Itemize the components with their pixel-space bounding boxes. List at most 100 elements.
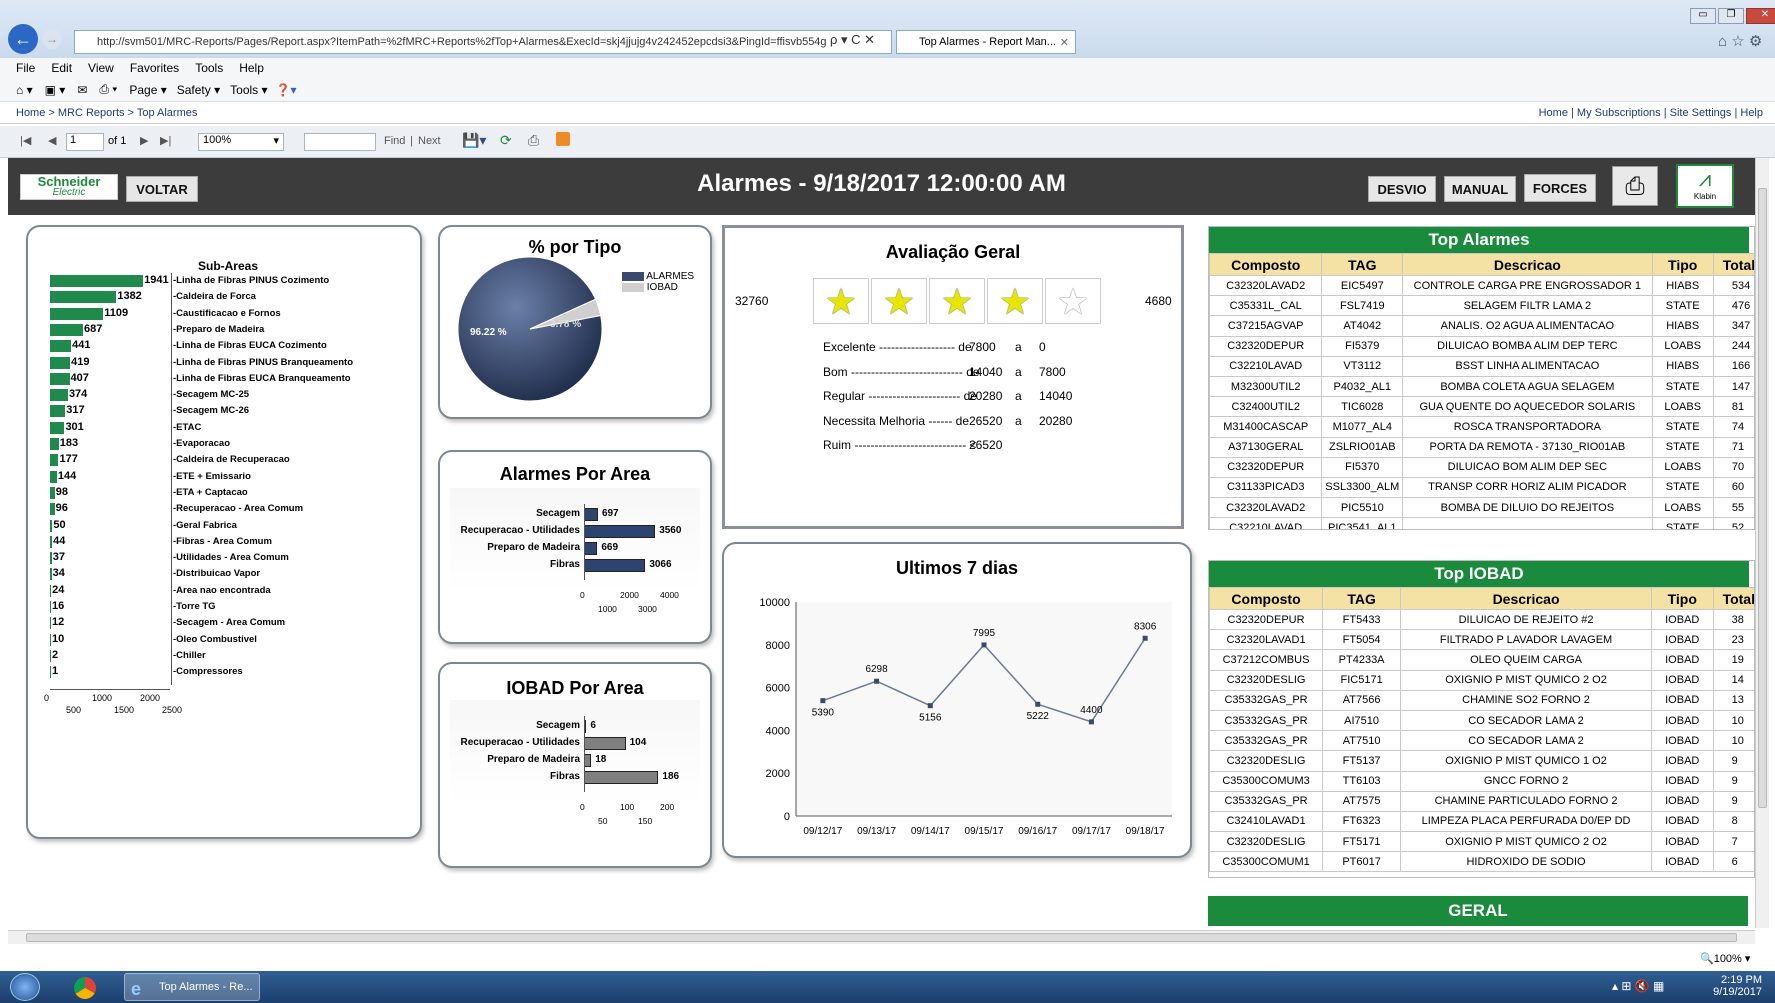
clock[interactable]: 2:19 PM 9/19/2017 <box>1702 974 1762 998</box>
x-tick-label: 09/14/17 <box>911 826 950 837</box>
column-header[interactable]: Total <box>1712 587 1754 610</box>
horizontal-scrollbar[interactable] <box>8 930 1755 944</box>
close-window-icon[interactable]: ✕ <box>1746 8 1775 24</box>
next-link[interactable]: Next <box>418 135 441 147</box>
vertical-scroll-thumb[interactable] <box>1758 188 1767 808</box>
address-controls[interactable]: ρ ▾ C ✕ <box>826 32 880 48</box>
home-star-gear-icons[interactable]: ⌂ ☆ ⚙ <box>1718 32 1762 50</box>
browser-tab[interactable]: Top Alarmes - Report Man... ✕ <box>896 30 1076 54</box>
desvio-button[interactable]: DESVIO <box>1368 176 1436 202</box>
printer-icon[interactable]: ⎙ <box>1612 166 1658 206</box>
area-bar <box>584 525 656 538</box>
area-tick-label: 4000 <box>660 590 679 600</box>
subarea-bar <box>50 503 55 516</box>
feeds-icon[interactable]: ▣ ▾ <box>45 83 66 97</box>
taskbar-ie-item[interactable]: e Top Alarmes - Re... <box>124 973 260 1001</box>
table-row: C35332GAS_PR AT7566 CHAMINE SO2 FORNO 2 IOB… <box>1209 689 1754 711</box>
y-tick-label: 6000 <box>766 683 790 695</box>
window-controls[interactable]: ▭ ❐ ✕ <box>1690 8 1775 24</box>
prev-page-icon[interactable]: ◀ <box>48 134 56 147</box>
first-page-icon[interactable]: |◀ <box>20 134 31 147</box>
table-cell: PIC5510 <box>1321 497 1404 519</box>
top-iobad-table: Composto TAG Descricao Tipo Total C32320DEPUR… <box>1209 587 1754 873</box>
address-bar[interactable]: http://svm501/MRC-Reports/Pages/Report.a… <box>74 30 892 54</box>
avaliacao-row: Necessita Melhoria ------ de 26520 a 20280 <box>823 414 1143 434</box>
area-tick-label: 150 <box>638 816 653 826</box>
column-header[interactable]: Descricao <box>1402 253 1653 276</box>
find-input[interactable] <box>304 133 376 151</box>
subarea-bar <box>50 666 51 679</box>
site-links[interactable]: Home | My Subscriptions | Site Settings … <box>1539 107 1763 119</box>
x-tick-label: 09/13/17 <box>857 826 896 837</box>
tray-icons[interactable]: ▴ ⊞ 🔇 ▦ <box>1612 979 1664 993</box>
table-cell <box>1402 517 1653 529</box>
table-cell: EIC5497 <box>1321 274 1404 297</box>
taskbar-item-label: Top Alarmes - Re... <box>159 981 253 993</box>
zoom-select[interactable]: 100% ▾ <box>198 133 284 151</box>
table-cell: 147 <box>1712 375 1754 398</box>
area-tick-label: 100 <box>620 802 635 812</box>
column-header[interactable]: Composto <box>1209 253 1323 276</box>
subarea-bar <box>50 568 52 581</box>
area-tick-label: 2000 <box>620 590 639 600</box>
back-button[interactable]: ← <box>8 24 38 54</box>
next-page-icon[interactable]: ▶ <box>140 134 148 147</box>
minimize-icon[interactable]: ▭ <box>1690 8 1716 24</box>
table-row: C32320DESLIG FT5171 OXIGNIO P MIST QUMICO … <box>1209 831 1754 853</box>
home-icon[interactable]: ⌂ ▾ <box>16 83 33 97</box>
tools-menu[interactable]: Tools ▾ <box>230 83 267 97</box>
menu-favorites[interactable]: Favorites <box>130 61 179 75</box>
table-cell: CO SECADOR LAMA 2 <box>1400 730 1652 752</box>
top-iobad-title: Top IOBAD <box>1209 561 1749 587</box>
manual-button[interactable]: MANUAL <box>1444 176 1516 202</box>
last-page-icon[interactable]: ▶| <box>160 134 171 147</box>
area-label: Secagem <box>536 508 580 519</box>
table-row: C32320DEPUR FT5433 DILUICAO DE REJEITO #2 I… <box>1209 608 1754 631</box>
report-header: Schneider Electric VOLTAR Alarmes - 9/18… <box>8 158 1755 215</box>
table-cell: IOBAD <box>1650 730 1714 752</box>
menu-view[interactable]: View <box>88 61 114 75</box>
mail-icon[interactable]: ✉ <box>77 83 87 97</box>
safety-menu[interactable]: Safety ▾ <box>177 83 220 97</box>
table-cell: C35332GAS_PR <box>1209 709 1324 732</box>
help-icon[interactable]: ❓▾ <box>276 83 297 97</box>
table-cell: FIC5171 <box>1322 669 1402 691</box>
column-header[interactable]: Descricao <box>1400 587 1652 610</box>
restore-icon[interactable]: ❐ <box>1718 8 1744 24</box>
find-link[interactable]: Find <box>384 135 405 147</box>
subarea-label: -Evaporacao <box>173 438 231 449</box>
refresh-icon[interactable]: ⟳ <box>500 132 512 149</box>
menu-help[interactable]: Help <box>239 61 264 75</box>
print-report-icon[interactable]: ⎙ <box>528 132 539 149</box>
breadcrumb[interactable]: Home > MRC Reports > Top Alarmes <box>16 107 197 119</box>
page-number-input[interactable]: 1 <box>66 133 104 151</box>
menu-file[interactable]: File <box>16 61 35 75</box>
status-zoom[interactable]: 🔍100% ▾ <box>1700 952 1750 965</box>
chrome-icon[interactable] <box>74 977 96 999</box>
column-header[interactable]: TAG <box>1321 253 1404 276</box>
table-cell: OLEO QUEIM CARGA <box>1400 649 1652 671</box>
print-icon[interactable]: ⎙ ▾ <box>99 82 117 97</box>
legend-alarmes: ALARMES <box>622 271 694 282</box>
export-icon[interactable]: 💾▾ <box>462 132 486 149</box>
column-header[interactable]: TAG <box>1322 587 1402 610</box>
start-button[interactable] <box>10 973 40 1001</box>
vertical-scrollbar[interactable] <box>1755 158 1769 928</box>
table-cell: FT5433 <box>1322 608 1402 631</box>
menu-tools[interactable]: Tools <box>195 61 223 75</box>
column-header[interactable]: Composto <box>1209 587 1324 610</box>
iobad-area-chart: Secagem 6 Recuperacao - Utilidades 104 Prepa… <box>440 664 710 866</box>
tab-close-icon[interactable]: ✕ <box>1060 36 1069 49</box>
atom-feed-icon[interactable] <box>556 132 570 146</box>
row-label: Excelente ------------------- de <box>823 340 972 354</box>
menu-edit[interactable]: Edit <box>51 61 72 75</box>
column-header[interactable]: Tipo <box>1651 253 1714 276</box>
column-header[interactable]: Total <box>1712 253 1754 276</box>
table-cell: 347 <box>1712 315 1754 337</box>
forces-button[interactable]: FORCES <box>1524 174 1596 202</box>
page-menu[interactable]: Page ▾ <box>129 83 166 97</box>
horizontal-scroll-thumb[interactable] <box>26 933 1737 942</box>
table-cell: C35331L_CAL <box>1209 295 1323 317</box>
column-header[interactable]: Tipo <box>1650 587 1714 610</box>
forward-button[interactable]: → <box>42 29 62 49</box>
